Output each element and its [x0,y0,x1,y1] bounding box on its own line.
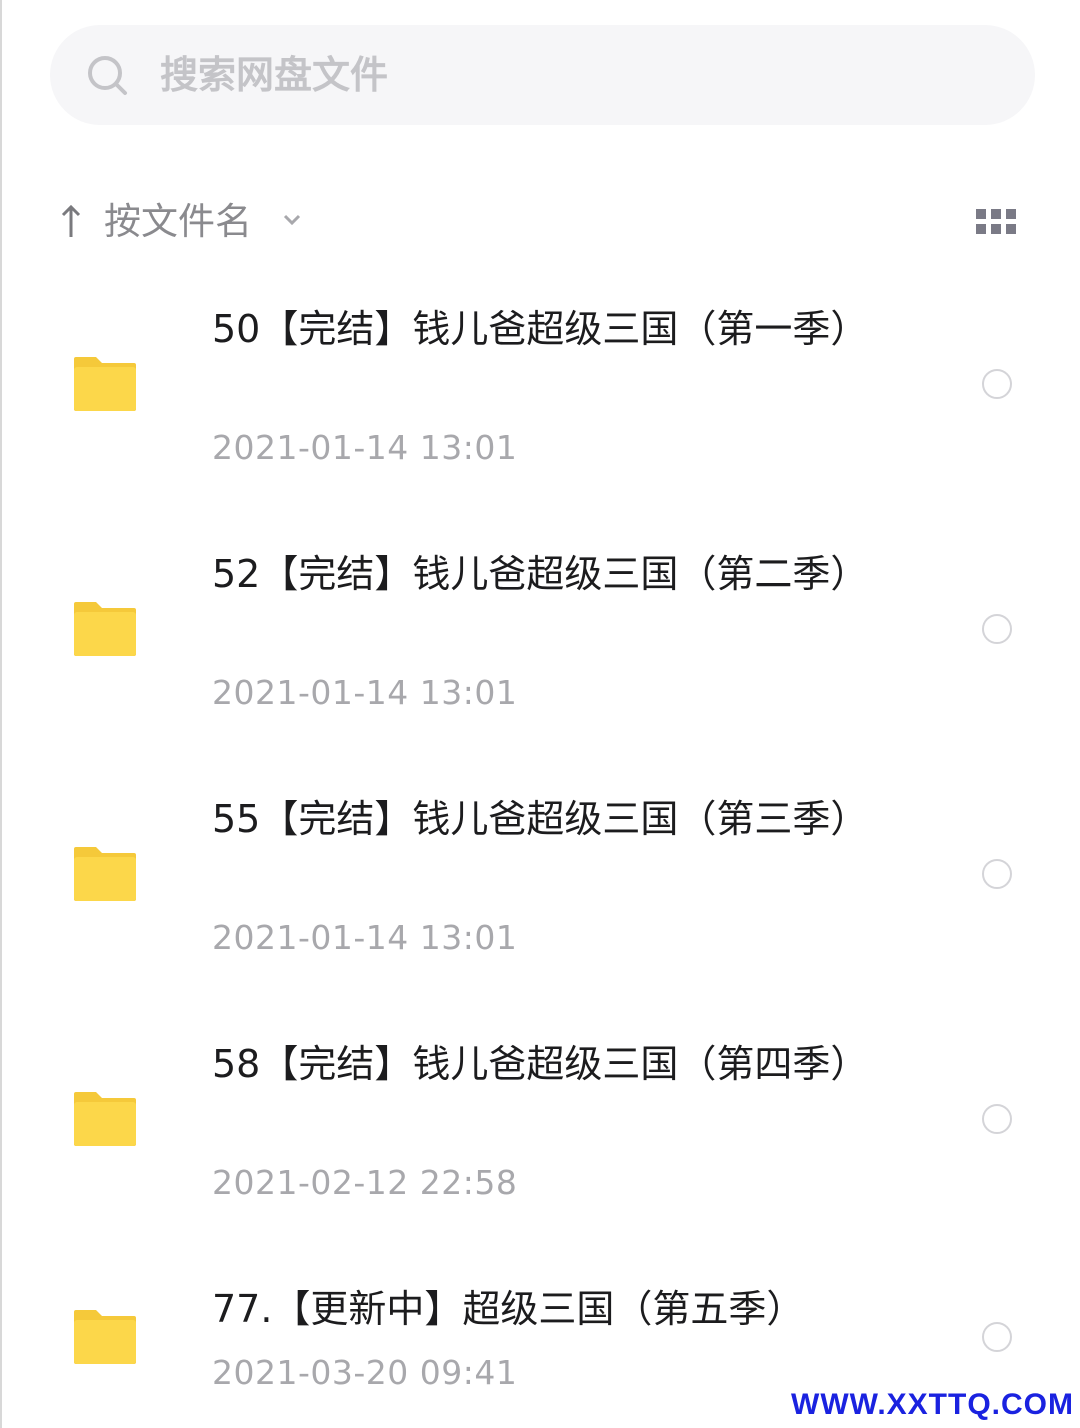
file-item[interactable]: 77.【更新中】超级三国（第五季） 2021-03-20 09:41 [0,1280,1080,1400]
file-date: 2021-02-12 22:58 [212,1163,518,1202]
file-date: 2021-01-14 13:01 [212,673,518,712]
search-placeholder[interactable]: 搜索网盘文件 [160,51,388,99]
select-checkbox[interactable] [982,1104,1012,1134]
sort-label[interactable]: 按文件名 [104,197,252,247]
file-name[interactable]: 50【完结】钱儿爸超级三国（第一季） [212,302,868,357]
arrow-up-icon[interactable] [58,203,84,239]
file-name[interactable]: 55【完结】钱儿爸超级三国（第三季） [212,792,868,847]
file-item[interactable]: 55【完结】钱儿爸超级三国（第三季） 2021-01-14 13:01 [0,790,1080,990]
file-name[interactable]: 58【完结】钱儿爸超级三国（第四季） [212,1037,868,1092]
folder-icon [74,1310,136,1364]
chevron-down-icon[interactable] [280,211,304,229]
file-item[interactable]: 52【完结】钱儿爸超级三国（第二季） 2021-01-14 13:01 [0,545,1080,745]
select-checkbox[interactable] [982,614,1012,644]
file-name[interactable]: 77.【更新中】超级三国（第五季） [212,1282,862,1337]
search-icon [88,56,127,95]
file-item[interactable]: 58【完结】钱儿爸超级三国（第四季） 2021-02-12 22:58 [0,1035,1080,1235]
file-browser: 搜索网盘文件 按文件名 50【完结】钱儿爸超级三国（第一季） 2021-01-1… [0,0,1080,1428]
file-item[interactable]: 50【完结】钱儿爸超级三国（第一季） 2021-01-14 13:01 [0,300,1080,500]
file-date: 2021-01-14 13:01 [212,918,518,957]
folder-icon [74,602,136,656]
grid-view-icon[interactable] [976,209,1016,235]
file-date: 2021-01-14 13:01 [212,428,518,467]
select-checkbox[interactable] [982,859,1012,889]
select-checkbox[interactable] [982,1322,1012,1352]
sort-bar: 按文件名 [58,195,1018,251]
file-date: 2021-03-20 09:41 [212,1353,518,1392]
folder-icon [74,357,136,411]
file-name[interactable]: 52【完结】钱儿爸超级三国（第二季） [212,547,868,602]
search-bar[interactable]: 搜索网盘文件 [50,25,1035,125]
folder-icon [74,847,136,901]
watermark: WWW.XXTTQ.COM [791,1388,1074,1421]
folder-icon [74,1092,136,1146]
select-checkbox[interactable] [982,369,1012,399]
